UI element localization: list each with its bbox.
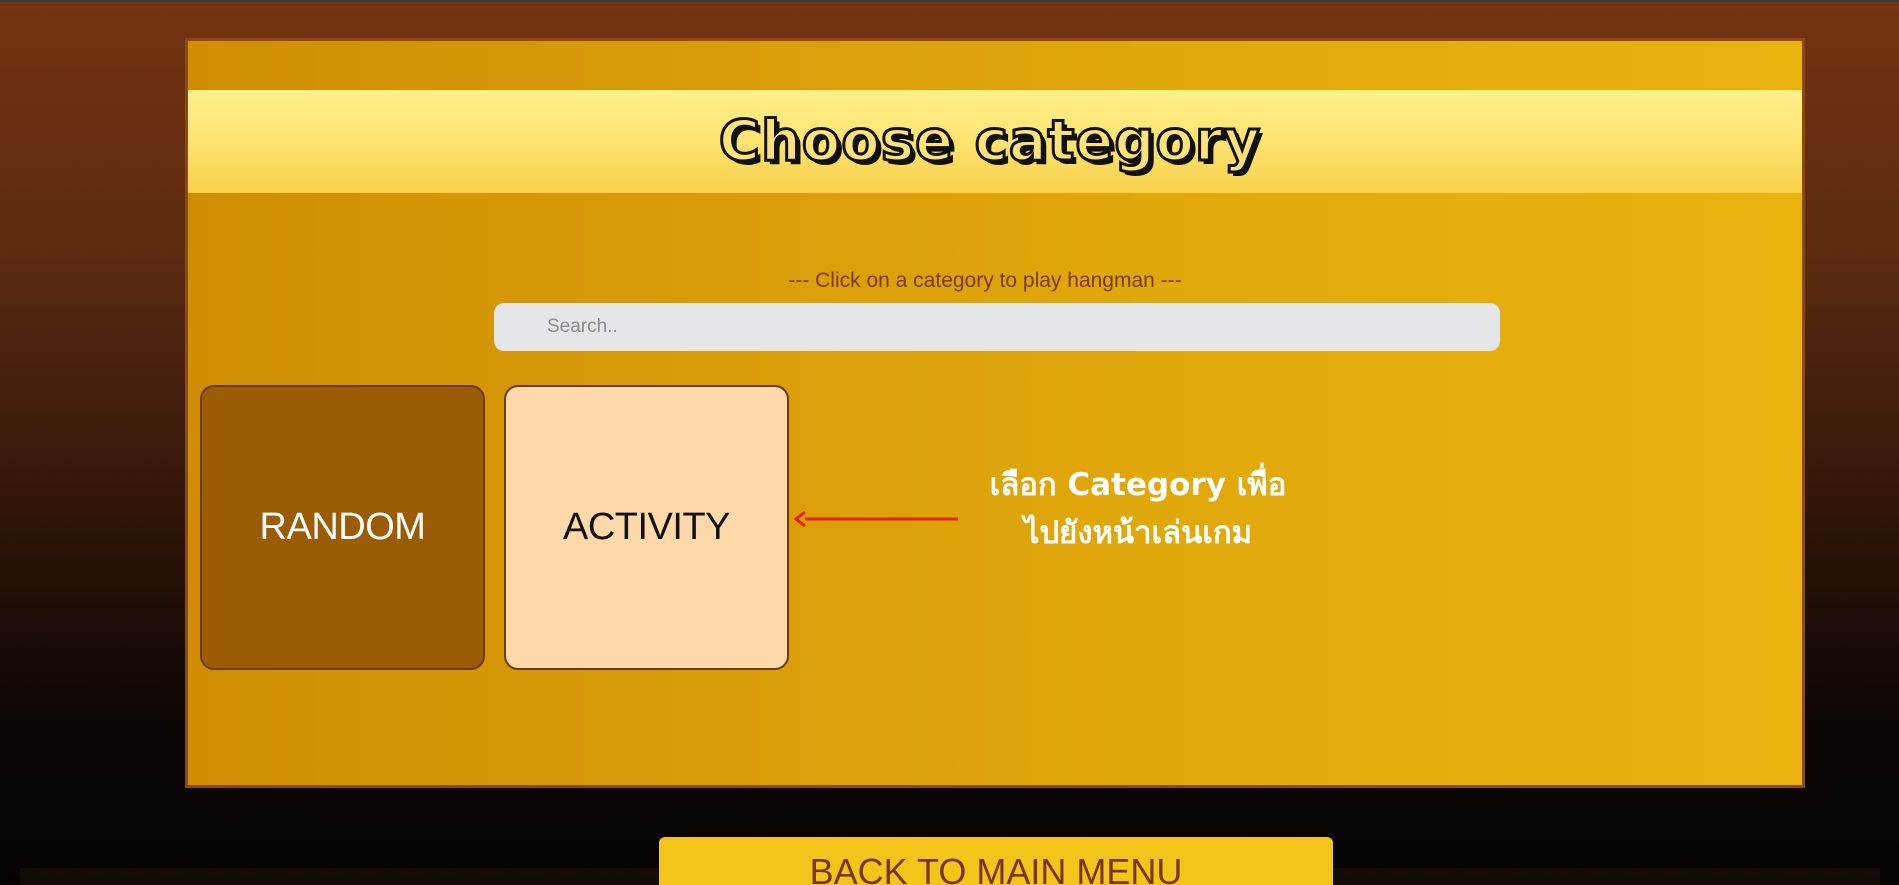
annotation-arrow-icon xyxy=(793,511,958,527)
instruction-text: --- Click on a category to play hangman … xyxy=(788,269,1182,292)
page-title: Choose category xyxy=(717,108,1262,176)
annotation-line-1: เลือก Category เพื่อ xyxy=(989,467,1287,503)
category-panel: Choose category --- Click on a category … xyxy=(185,38,1805,788)
category-card-activity[interactable]: ACTIVITY xyxy=(504,385,789,670)
category-label: ACTIVITY xyxy=(562,506,731,548)
back-to-main-menu-button[interactable]: BACK TO MAIN MENU xyxy=(659,837,1333,885)
category-card-random[interactable]: RANDOM xyxy=(200,385,485,670)
window-top-edge xyxy=(0,0,1899,2)
title-band: Choose category xyxy=(188,90,1802,193)
annotation-line-2: ไปยังหน้าเล่นเกม xyxy=(1023,515,1253,551)
search-input[interactable] xyxy=(494,303,1500,351)
annotation-note: เลือก Category เพื่อ ไปยังหน้าเล่นเกม xyxy=(968,461,1308,557)
search-box xyxy=(494,303,1500,351)
category-label: RANDOM xyxy=(259,506,426,548)
